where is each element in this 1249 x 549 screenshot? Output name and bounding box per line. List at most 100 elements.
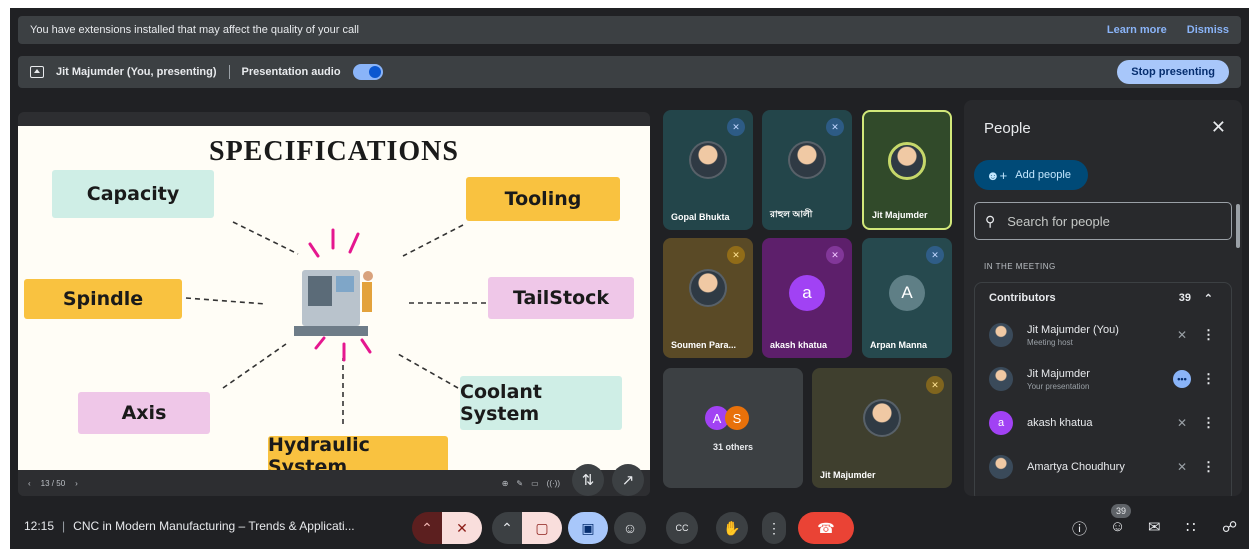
connector-tooling bbox=[402, 224, 464, 257]
participant-tile[interactable]: ✕ a akash khatua bbox=[762, 238, 852, 358]
present-button[interactable]: ▣ bbox=[568, 512, 608, 544]
search-placeholder: Search for people bbox=[1007, 213, 1110, 229]
presenting-bar: Jit Majumder (You, presenting) Presentat… bbox=[18, 56, 1241, 88]
avatar bbox=[989, 367, 1013, 391]
participant-name: akash khatua bbox=[770, 340, 828, 350]
people-icon[interactable]: ☺ bbox=[1110, 518, 1125, 535]
pin-icon[interactable]: ⇅ bbox=[572, 464, 604, 496]
axis-box: Axis bbox=[78, 392, 210, 434]
chevron-up-icon[interactable]: ⌃ bbox=[1204, 292, 1213, 305]
avatar: a bbox=[989, 411, 1013, 435]
learn-more-link[interactable]: Learn more bbox=[1107, 24, 1167, 36]
person-role: Your presentation bbox=[1027, 381, 1090, 391]
participant-tile[interactable]: ✕ A Arpan Manna bbox=[862, 238, 952, 358]
stop-presenting-button[interactable]: Stop presenting bbox=[1117, 60, 1229, 84]
dismiss-button[interactable]: Dismiss bbox=[1187, 24, 1229, 36]
divider: | bbox=[62, 519, 66, 533]
mic-off-icon: ✕ bbox=[926, 246, 944, 264]
more-options-button[interactable]: ⋮ bbox=[762, 512, 786, 544]
person-row[interactable]: Amartya Choudhury ✕ ⋮ bbox=[975, 445, 1231, 489]
avatar bbox=[989, 323, 1013, 347]
toggle-knob bbox=[368, 66, 381, 78]
participant-tile[interactable]: ✕ Jit Majumder bbox=[812, 368, 952, 488]
participant-name: Arpan Manna bbox=[870, 340, 928, 350]
activities-icon[interactable]: ∷ bbox=[1186, 518, 1196, 536]
emoji-button[interactable]: ☺ bbox=[614, 512, 646, 544]
mic-off-icon: ✕ bbox=[727, 246, 745, 264]
banner-message: You have extensions installed that may a… bbox=[30, 24, 359, 36]
chat-icon[interactable]: ✉ bbox=[1148, 518, 1161, 536]
contributors-header[interactable]: Contributors 39 ⌃ bbox=[975, 283, 1231, 313]
contributors-label: Contributors bbox=[989, 292, 1056, 304]
mic-off-icon: ✕ bbox=[727, 118, 745, 136]
more-options-icon[interactable]: ⋮ bbox=[1202, 415, 1215, 431]
camera-options-button[interactable]: ⌃ bbox=[492, 512, 522, 544]
host-controls-icon[interactable]: ☍ bbox=[1222, 518, 1237, 536]
person-name: akash khatua bbox=[1027, 417, 1093, 429]
people-count-badge: 39 bbox=[1111, 504, 1131, 518]
add-people-label: Add people bbox=[1015, 169, 1071, 181]
person-name: Amartya Choudhury bbox=[1027, 461, 1125, 473]
more-options-icon[interactable]: ⋮ bbox=[1202, 459, 1215, 475]
participant-avatar: A bbox=[889, 275, 925, 312]
spindle-box: Spindle bbox=[24, 279, 182, 319]
next-slide-icon[interactable]: › bbox=[75, 479, 78, 488]
more-options-icon[interactable]: ⋮ bbox=[1202, 371, 1215, 387]
presentation-audio-toggle[interactable] bbox=[352, 64, 383, 80]
panel-scrollbar[interactable] bbox=[1236, 204, 1240, 248]
person-row[interactable]: Jit Majumder Your presentation ••• ⋮ bbox=[975, 357, 1231, 401]
zoom-icon[interactable]: ⊕ bbox=[502, 479, 509, 488]
person-name: Jit Majumder bbox=[1027, 367, 1090, 380]
control-bar: 12:15 | CNC in Modern Manufacturing – Tren… bbox=[10, 504, 1249, 549]
participant-tile[interactable]: ✕ Gopal Bhukta bbox=[663, 110, 753, 230]
participant-name: Jit Majumder bbox=[872, 210, 928, 220]
mic-toggle-button[interactable]: ✕ bbox=[442, 512, 482, 544]
participant-name: Gopal Bhukta bbox=[671, 212, 730, 222]
participant-tile[interactable]: ✕ রাহুল আলী bbox=[762, 110, 852, 230]
tooling-box: Tooling bbox=[466, 177, 620, 221]
participant-tile-speaking[interactable]: Jit Majumder bbox=[862, 110, 952, 230]
presentation-audio-label: Presentation audio bbox=[241, 66, 341, 78]
contributors-section: Contributors 39 ⌃ Jit Majumder (You) Meet… bbox=[974, 282, 1232, 496]
meeting-title: CNC in Modern Manufacturing – Trends & A… bbox=[73, 519, 355, 533]
search-icon: ⚲ bbox=[985, 212, 996, 229]
mic-off-icon: ✕ bbox=[826, 246, 844, 264]
mic-off-icon: ✕ bbox=[1176, 416, 1187, 430]
coolant-system-box: Coolant System bbox=[460, 376, 622, 430]
captions-button[interactable]: CC bbox=[666, 512, 698, 544]
slide-page-indicator: 13 / 50 bbox=[40, 478, 66, 488]
person-name: Jit Majumder (You) bbox=[1027, 323, 1119, 336]
mic-options-button[interactable]: ⌃ bbox=[412, 512, 442, 544]
raise-hand-button[interactable]: ✋ bbox=[716, 512, 748, 544]
info-icon[interactable]: ⓘ bbox=[1072, 518, 1087, 539]
connector-axis bbox=[222, 343, 287, 389]
person-row[interactable]: a akash khatua ✕ ⋮ bbox=[975, 401, 1231, 445]
leave-call-button[interactable]: ☎ bbox=[798, 512, 854, 544]
others-tile[interactable]: A S 31 others bbox=[663, 368, 803, 488]
cnc-machine-illustration bbox=[294, 270, 373, 336]
others-avatars: A S bbox=[705, 406, 749, 430]
camera-toggle-button[interactable]: ▢ bbox=[522, 512, 562, 544]
panel-title: People bbox=[984, 120, 1031, 137]
presentation-stage: SPECIFICATIONS Capacity Tooling Spindle … bbox=[18, 112, 650, 496]
participant-photo bbox=[689, 269, 727, 308]
participant-name: Soumen Para... bbox=[671, 340, 737, 350]
connector-spindle bbox=[185, 297, 267, 305]
close-icon[interactable]: ✕ bbox=[1211, 117, 1226, 138]
participant-photo bbox=[788, 141, 826, 180]
more-options-icon[interactable]: ⋮ bbox=[1202, 327, 1215, 343]
participant-tile[interactable]: ✕ Soumen Para... bbox=[663, 238, 753, 358]
participant-name: রাহুল আলী bbox=[770, 209, 813, 219]
participant-photo bbox=[863, 399, 901, 438]
meet-window: You have extensions installed that may a… bbox=[10, 8, 1249, 549]
pen-icon[interactable]: ✎ bbox=[516, 479, 523, 488]
slide-controls: ‹ 13 / 50 › ⊕ ✎ ▭ ((·)) bbox=[18, 470, 650, 496]
captions-icon[interactable]: ▭ bbox=[531, 479, 539, 488]
search-people-input[interactable]: ⚲ Search for people bbox=[974, 202, 1232, 240]
capacity-box: Capacity bbox=[52, 170, 214, 218]
fullscreen-icon[interactable]: ↗ bbox=[612, 464, 644, 496]
add-people-button[interactable]: ☻+ Add people bbox=[974, 160, 1088, 190]
audio-icon[interactable]: ((·)) bbox=[547, 479, 560, 488]
person-row[interactable]: Jit Majumder (You) Meeting host ✕ ⋮ bbox=[975, 313, 1231, 357]
prev-slide-icon[interactable]: ‹ bbox=[28, 479, 31, 488]
